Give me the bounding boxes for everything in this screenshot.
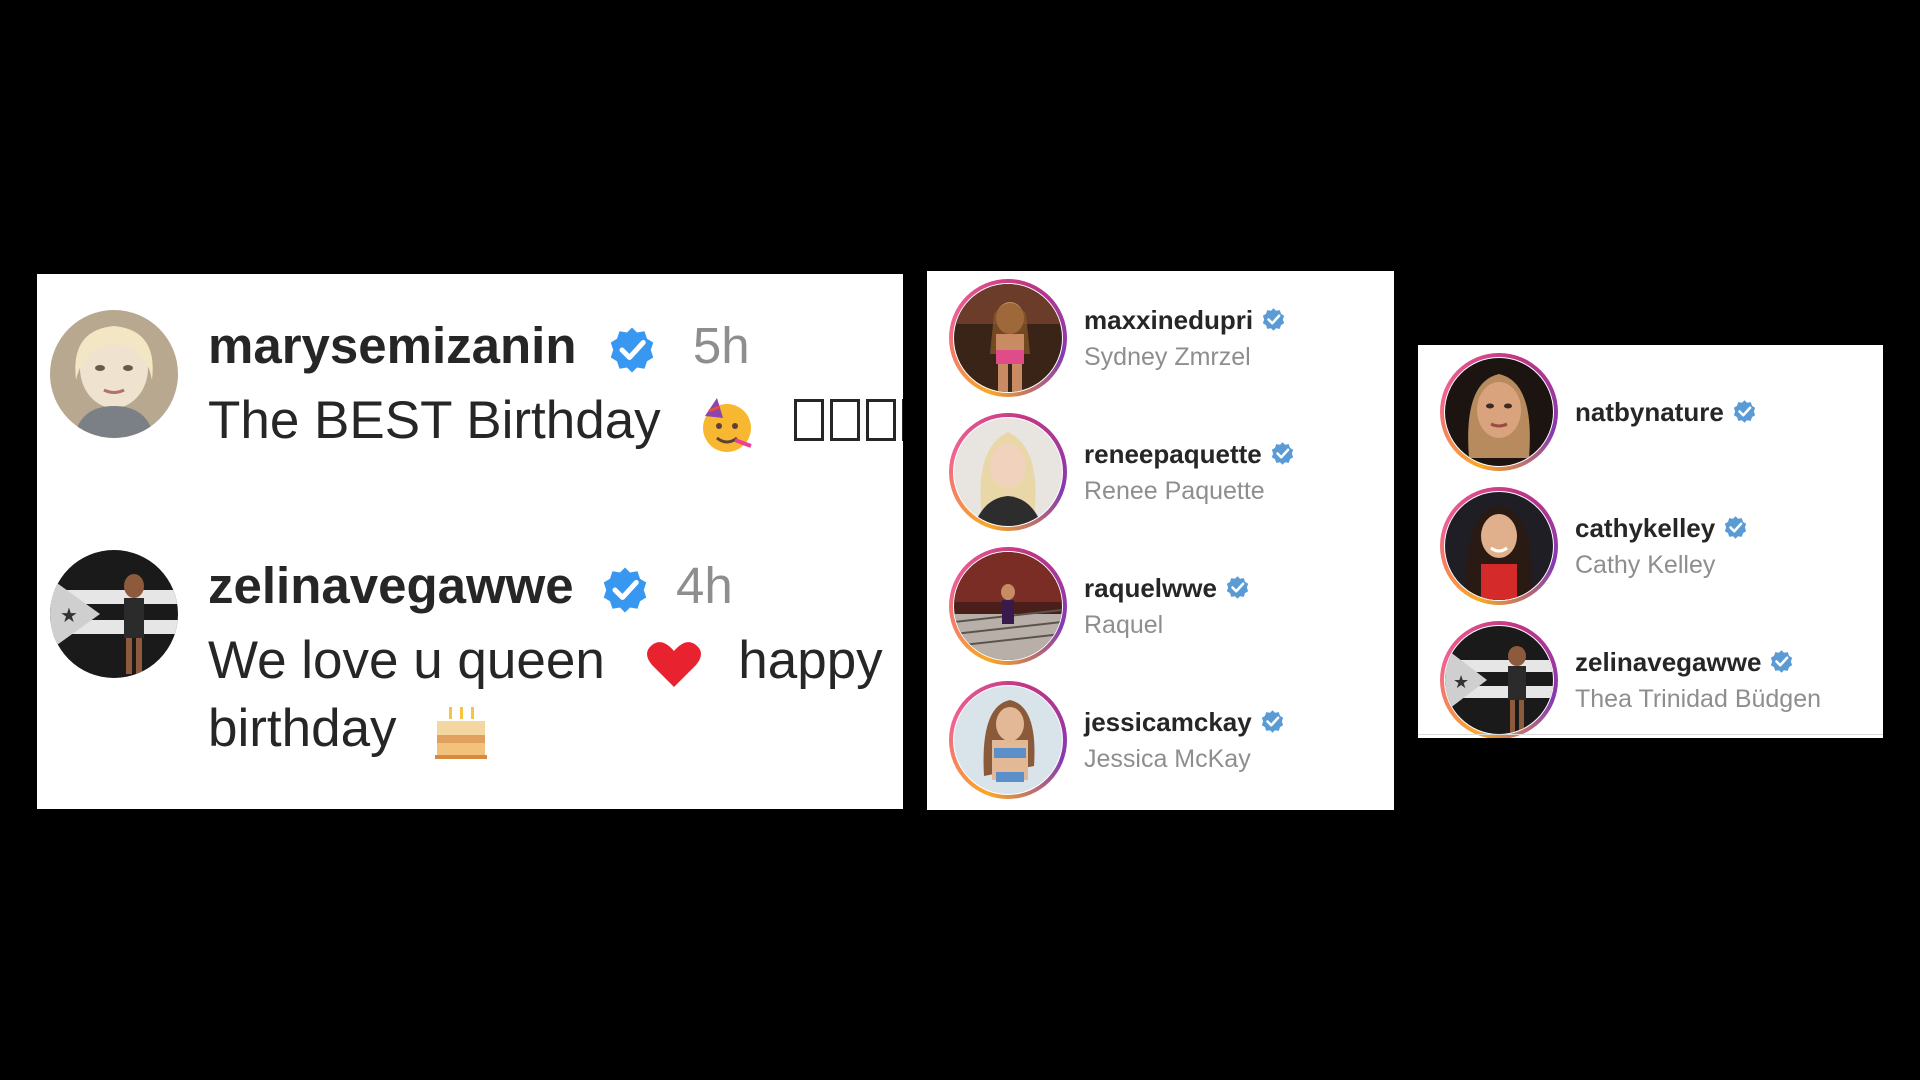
handle[interactable]: jessicamckay: [1084, 707, 1252, 737]
story-ring[interactable]: [1440, 487, 1558, 605]
list-item[interactable]: jessicamckay Jessica McKay: [927, 673, 1394, 807]
comment-timestamp: 4h: [676, 557, 733, 614]
avatar: [954, 686, 1062, 794]
handle[interactable]: zelinavegawwe: [1575, 647, 1761, 677]
verified-badge-icon: [603, 567, 647, 613]
comment-body: We love u queen: [208, 631, 605, 690]
verified-badge-icon: [1262, 308, 1285, 331]
full-name: Raquel: [1084, 611, 1164, 639]
verified-badge-icon: [1733, 400, 1755, 423]
story-ring[interactable]: [949, 547, 1067, 665]
comment-body: The BEST Birthday: [208, 391, 661, 450]
verified-badge-icon: [610, 327, 653, 373]
avatar: ★: [1445, 626, 1553, 734]
avatar: [1445, 492, 1553, 600]
avatar: [954, 284, 1062, 392]
divider: [1418, 734, 1883, 735]
full-name: Renee Paquette: [1084, 477, 1265, 505]
story-ring[interactable]: [949, 681, 1067, 799]
full-name: Sydney Zmrzel: [1084, 343, 1251, 371]
verified-badge-icon: [1226, 576, 1249, 599]
list-item[interactable]: reneepaquette Renee Paquette: [927, 405, 1394, 539]
comment-text: We love u queen happy: [208, 626, 883, 696]
comment-text: The BEST Birthday: [208, 386, 903, 459]
birthday-cake-icon: [435, 707, 488, 759]
full-name: Cathy Kelley: [1575, 551, 1716, 579]
verified-badge-icon: [1771, 650, 1793, 673]
comment-text-line2: birthday: [208, 694, 489, 764]
list-item[interactable]: ★ zelinavegawwe Thea Trinidad Büdgen: [1418, 613, 1883, 738]
story-ring[interactable]: [949, 279, 1067, 397]
story-ring[interactable]: [1440, 353, 1558, 471]
red-heart-icon: [646, 642, 701, 687]
list-item[interactable]: cathykelley Cathy Kelley: [1418, 479, 1883, 613]
handle[interactable]: cathykelley: [1575, 513, 1715, 543]
comment-username[interactable]: zelinavegawwe: [208, 557, 574, 614]
avatar: [1445, 358, 1553, 466]
verified-badge-icon: [1725, 516, 1747, 539]
comment-timestamp: 5h: [692, 317, 750, 374]
viewer-list-panel: natbynature cathykelley Cathy Kelley ★ z…: [1418, 345, 1883, 738]
story-ring[interactable]: ★: [1440, 621, 1558, 738]
handle[interactable]: raquelwwe: [1084, 573, 1217, 603]
verified-badge-icon: [1271, 442, 1293, 465]
comment-body-cont: happy: [738, 631, 883, 690]
handle[interactable]: maxxinedupri: [1084, 305, 1253, 335]
viewer-list-panel: maxxinedupri Sydney Zmrzel reneepaquette…: [927, 271, 1394, 810]
full-name: Thea Trinidad Büdgen: [1575, 685, 1822, 713]
story-ring[interactable]: [949, 413, 1067, 531]
list-item[interactable]: maxxinedupri Sydney Zmrzel: [927, 271, 1394, 405]
svg-text:★: ★: [1453, 672, 1469, 693]
comment-body-line2: birthday: [208, 699, 397, 758]
list-item[interactable]: natbynature: [1418, 345, 1883, 479]
verified-badge-icon: [1261, 710, 1283, 733]
avatar: [954, 418, 1062, 526]
avatar: [954, 552, 1062, 660]
avatar[interactable]: [50, 310, 178, 438]
svg-text:★: ★: [60, 603, 78, 627]
handle[interactable]: natbynature: [1575, 397, 1724, 427]
comment-username[interactable]: marysemizanin: [208, 317, 577, 374]
full-name: Jessica McKay: [1084, 745, 1251, 773]
comments-panel: marysemizanin 5h The BEST Birthday ★ zel…: [37, 274, 903, 809]
list-item[interactable]: raquelwwe Raquel: [927, 539, 1394, 673]
missing-glyphs: [794, 389, 903, 459]
partying-face-icon: [703, 398, 753, 452]
avatar[interactable]: ★: [50, 550, 178, 678]
handle[interactable]: reneepaquette: [1084, 439, 1262, 469]
